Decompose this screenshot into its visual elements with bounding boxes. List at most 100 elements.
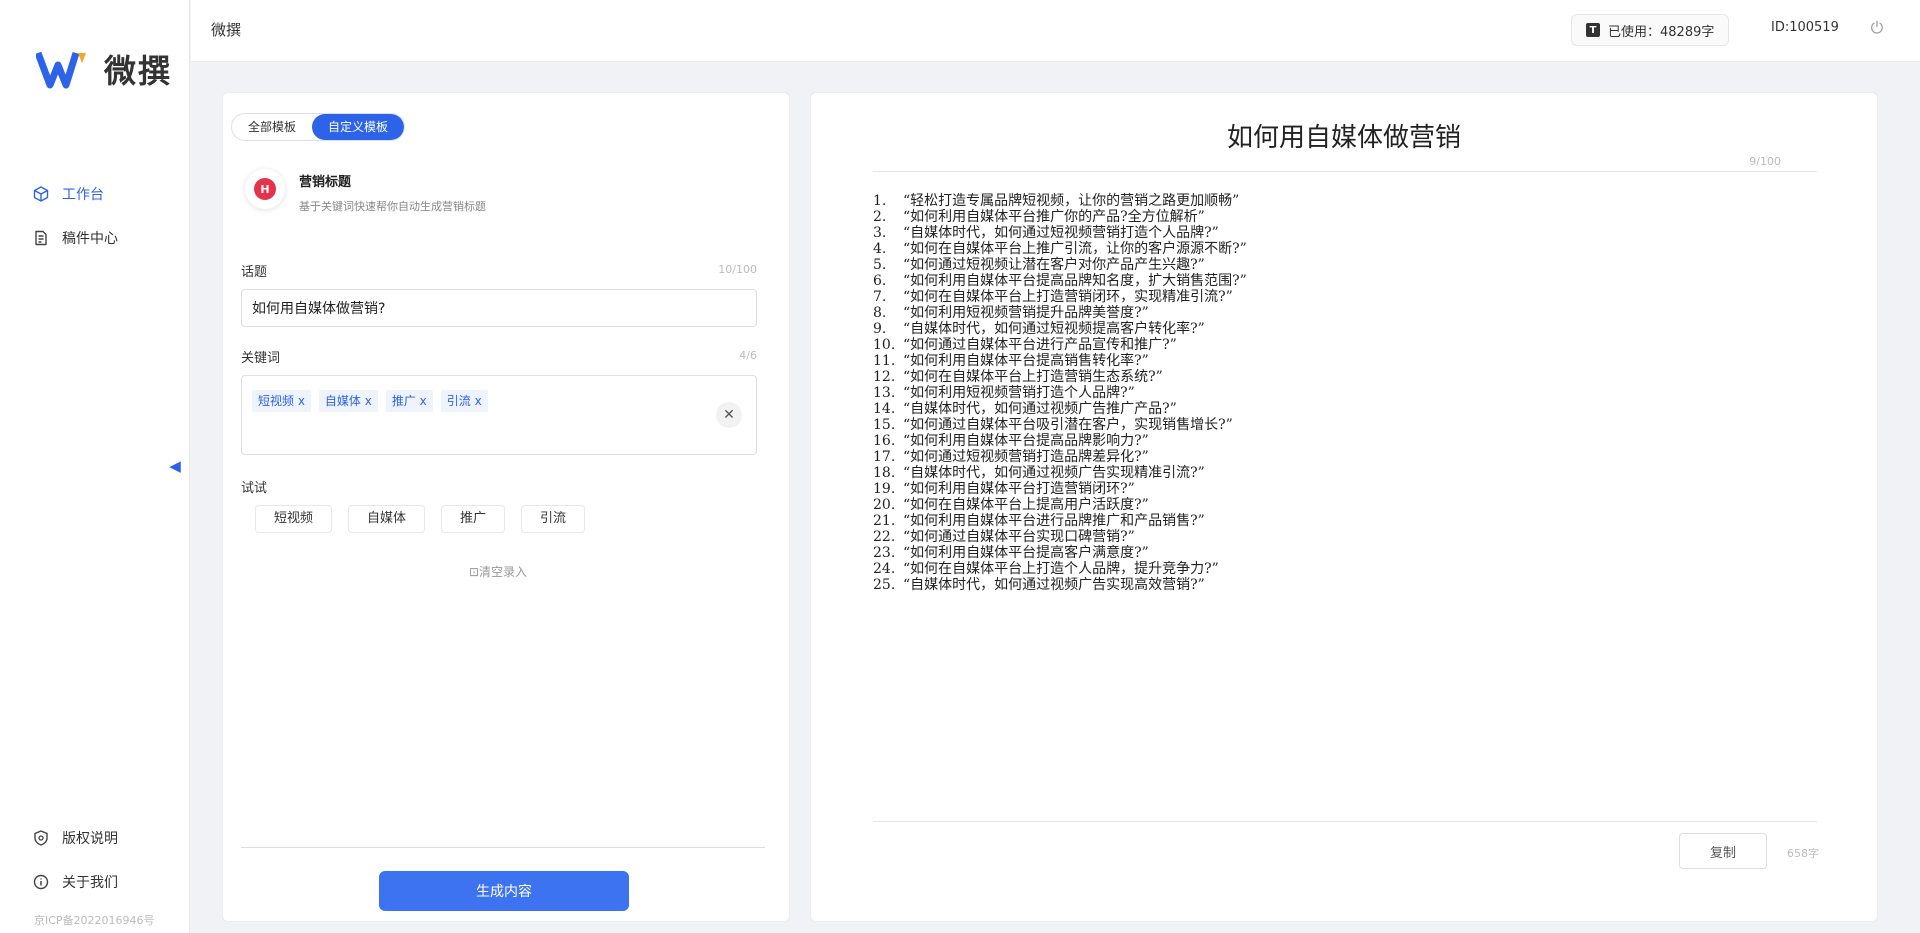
list-item-number: 6. bbox=[873, 273, 887, 289]
list-item-number: 11. bbox=[873, 353, 896, 369]
list-item-text: “自媒体时代，如何通过视频广告推广产品?” bbox=[903, 401, 1177, 417]
logo-mark-icon bbox=[36, 51, 86, 89]
template-avatar: H bbox=[245, 169, 285, 209]
list-item-number: 24. bbox=[873, 561, 896, 577]
list-item: 25. “自媒体时代，如何通过视频广告实现高效营销?” bbox=[873, 577, 1773, 593]
list-item-text: “自媒体时代，如何通过短视频提高客户转化率?” bbox=[903, 321, 1205, 337]
title-count: 9/100 bbox=[1749, 155, 1781, 168]
list-item-text: “如何通过自媒体平台进行产品宣传和推广?” bbox=[903, 337, 1177, 353]
list-item: 12. “如何在自媒体平台上打造营销生态系统?” bbox=[873, 369, 1773, 385]
sidebar-item-label: 稿件中心 bbox=[62, 231, 118, 247]
headline-icon: H bbox=[254, 178, 276, 200]
keyword-tag[interactable]: 推广 x bbox=[385, 390, 433, 412]
divider bbox=[873, 821, 1817, 822]
suggestion-chip[interactable]: 推广 bbox=[441, 505, 506, 533]
tab-custom-templates[interactable]: 自定义模板 bbox=[312, 114, 405, 140]
list-item-text: “如何通过自媒体平台实现口碑营销?” bbox=[903, 529, 1135, 545]
list-item-number: 1. bbox=[873, 193, 887, 209]
close-icon: ✕ bbox=[723, 407, 735, 423]
copy-button[interactable]: 复制 bbox=[1679, 833, 1767, 869]
list-item-number: 19. bbox=[873, 481, 896, 497]
list-item-text: “自媒体时代，如何通过短视频营销打造个人品牌?” bbox=[903, 225, 1219, 241]
list-item: 19. “如何利用自媒体平台打造营销闭环?” bbox=[873, 481, 1773, 497]
list-item-number: 9. bbox=[873, 321, 887, 337]
generate-button[interactable]: 生成内容 bbox=[379, 871, 629, 911]
sidebar-item-workbench[interactable]: 工作台 bbox=[32, 172, 118, 216]
tab-all-templates[interactable]: 全部模板 bbox=[232, 114, 312, 140]
list-item-number: 18. bbox=[873, 465, 896, 481]
list-item-text: “如何利用自媒体平台进行品牌推广和产品销售?” bbox=[903, 513, 1205, 529]
keywords-input[interactable]: 短视频 x 自媒体 x 推广 x 引流 x ✕ bbox=[241, 375, 757, 455]
keywords-count: 4/6 bbox=[739, 349, 757, 362]
shield-icon bbox=[32, 829, 50, 847]
topic-input[interactable]: 如何用自媒体做营销? bbox=[241, 289, 757, 327]
sidebar-item-manuscripts[interactable]: 稿件中心 bbox=[32, 216, 118, 260]
document-icon bbox=[32, 229, 50, 247]
template-name: 营销标题 bbox=[299, 175, 352, 190]
list-item-text: “如何通过短视频营销打造品牌差异化?” bbox=[903, 449, 1149, 465]
clear-input-link[interactable]: ⊡清空录入 bbox=[469, 563, 527, 580]
list-item-text: “如何利用自媒体平台推广你的产品?全方位解析” bbox=[903, 209, 1205, 225]
sidebar: 微撰 工作台 稿件中心 ◀ 版权说明 关于我们 京ICP备2022016946号 bbox=[0, 0, 190, 933]
list-item-text: “轻松打造专属品牌短视频，让你的营销之路更加顺畅” bbox=[903, 193, 1240, 209]
list-item-number: 15. bbox=[873, 417, 896, 433]
list-item: 4. “如何在自媒体平台上推广引流，让你的客户源源不断?” bbox=[873, 241, 1773, 257]
result-list[interactable]: 1. “轻松打造专属品牌短视频，让你的营销之路更加顺畅” 2. “如何利用自媒体平台推… bbox=[873, 193, 1773, 593]
list-item: 21. “如何利用自媒体平台进行品牌推广和产品销售?” bbox=[873, 513, 1773, 529]
usage-badge: T 已使用：48289字 bbox=[1571, 14, 1730, 46]
sidebar-item-label: 工作台 bbox=[62, 187, 104, 203]
text-icon: T bbox=[1586, 23, 1600, 37]
caret-left-icon: ◀ bbox=[169, 457, 181, 475]
collapse-sidebar-button[interactable]: ◀ bbox=[166, 455, 184, 477]
keyword-tag[interactable]: 自媒体 x bbox=[318, 390, 378, 412]
list-item-number: 5. bbox=[873, 257, 887, 273]
template-desc: 基于关键词快速帮你自动生成营销标题 bbox=[299, 200, 486, 213]
clear-keywords-button[interactable]: ✕ bbox=[716, 402, 742, 428]
list-item: 3. “自媒体时代，如何通过短视频营销打造个人品牌?” bbox=[873, 225, 1773, 241]
sidebar-item-copyright[interactable]: 版权说明 bbox=[32, 816, 118, 860]
keyword-tag[interactable]: 引流 x bbox=[440, 390, 488, 412]
power-icon[interactable]: ⏻ bbox=[1867, 18, 1887, 38]
sidebar-item-about[interactable]: 关于我们 bbox=[32, 860, 118, 904]
topic-count: 10/100 bbox=[718, 263, 757, 276]
divider bbox=[241, 847, 765, 848]
suggestion-chip[interactable]: 引流 bbox=[521, 505, 586, 533]
list-item-text: “如何在自媒体平台上打造营销生态系统?” bbox=[903, 369, 1163, 385]
list-item-number: 25. bbox=[873, 577, 896, 593]
suggestion-chips: 短视频 自媒体 推广 引流 bbox=[255, 505, 586, 533]
divider bbox=[873, 171, 1817, 172]
keyword-tag[interactable]: 短视频 x bbox=[252, 390, 311, 412]
list-item-number: 16. bbox=[873, 433, 896, 449]
list-item-number: 14. bbox=[873, 401, 896, 417]
suggestion-chip[interactable]: 自媒体 bbox=[348, 505, 426, 533]
list-item: 22. “如何通过自媒体平台实现口碑营销?” bbox=[873, 529, 1773, 545]
output-title[interactable]: 如何用自媒体做营销 bbox=[811, 117, 1877, 154]
sidebar-item-label: 版权说明 bbox=[62, 831, 118, 847]
list-item-number: 22. bbox=[873, 529, 896, 545]
icp-license[interactable]: 京ICP备2022016946号 bbox=[34, 912, 155, 928]
list-item-text: “如何利用自媒体平台打造营销闭环?” bbox=[903, 481, 1135, 497]
suggestion-chip[interactable]: 短视频 bbox=[255, 505, 333, 533]
list-item: 24. “如何在自媒体平台上打造个人品牌，提升竞争力?” bbox=[873, 561, 1773, 577]
list-item: 2. “如何利用自媒体平台推广你的产品?全方位解析” bbox=[873, 209, 1773, 225]
list-item-number: 12. bbox=[873, 369, 896, 385]
user-id: ID:100519 bbox=[1771, 20, 1839, 35]
logo[interactable]: 微撰 bbox=[36, 46, 172, 92]
topic-label: 话题 bbox=[241, 265, 268, 280]
list-item-number: 2. bbox=[873, 209, 887, 225]
list-item: 11. “如何利用自媒体平台提高销售转化率?” bbox=[873, 353, 1773, 369]
cube-icon bbox=[32, 185, 50, 203]
list-item-text: “如何利用短视频营销提升品牌美誉度?” bbox=[903, 305, 1149, 321]
list-item-number: 13. bbox=[873, 385, 896, 401]
list-item: 13. “如何利用短视频营销打造个人品牌?” bbox=[873, 385, 1773, 401]
keyword-tags: 短视频 x 自媒体 x 推广 x 引流 x bbox=[252, 390, 746, 412]
list-item: 17. “如何通过短视频营销打造品牌差异化?” bbox=[873, 449, 1773, 465]
topbar: 微撰 T 已使用：48289字 ID:100519 ⏻ bbox=[191, 0, 1920, 62]
input-panel: 全部模板 自定义模板 H 营销标题 基于关键词快速帮你自动生成营销标题 话题 1… bbox=[222, 92, 790, 922]
list-item-text: “自媒体时代，如何通过视频广告实现精准引流?” bbox=[903, 465, 1205, 481]
list-item-text: “如何利用自媒体平台提高品牌影响力?” bbox=[903, 433, 1149, 449]
page-title: 微撰 bbox=[211, 21, 242, 39]
list-item: 14. “自媒体时代，如何通过视频广告推广产品?” bbox=[873, 401, 1773, 417]
list-item-number: 23. bbox=[873, 545, 896, 561]
list-item-text: “如何在自媒体平台上推广引流，让你的客户源源不断?” bbox=[903, 241, 1247, 257]
